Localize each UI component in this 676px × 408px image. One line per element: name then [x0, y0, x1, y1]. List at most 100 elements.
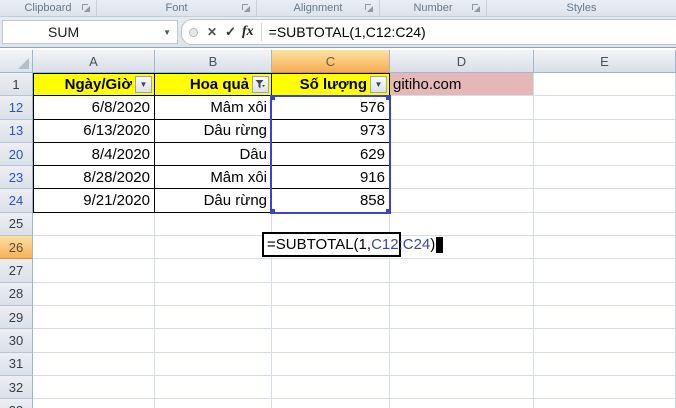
dialog-launcher-icon[interactable]	[365, 4, 374, 13]
row-header-1[interactable]: 1	[0, 73, 33, 97]
filter-active-button[interactable]	[252, 76, 269, 94]
cell-d32[interactable]	[390, 375, 534, 400]
cell-e30[interactable]	[534, 329, 676, 353]
row-header-33[interactable]: 33	[0, 399, 33, 408]
cell-a27[interactable]	[33, 259, 155, 283]
column-header-c[interactable]: C	[272, 50, 390, 73]
cell-c27[interactable]	[272, 259, 390, 283]
cell-b24[interactable]: Dâu rừng	[155, 189, 272, 213]
cell-d33[interactable]	[390, 399, 534, 408]
cell-b25[interactable]	[155, 212, 272, 237]
name-box[interactable]: SUM ▼	[2, 20, 178, 44]
dialog-launcher-icon[interactable]	[242, 4, 251, 13]
cell-b1[interactable]: Hoa quả	[155, 73, 272, 97]
cell-a32[interactable]	[33, 375, 155, 400]
name-box-dropdown-icon[interactable]: ▼	[163, 28, 177, 37]
cell-d25[interactable]	[390, 212, 534, 237]
cell-b29[interactable]	[155, 305, 272, 330]
cell-d24[interactable]	[390, 189, 534, 213]
cell-a29[interactable]	[33, 305, 155, 330]
cell-e25[interactable]	[534, 212, 676, 237]
cell-e31[interactable]	[534, 352, 676, 376]
enter-button[interactable]: ✓	[221, 24, 240, 40]
row-header-31[interactable]: 31	[0, 352, 33, 376]
column-header-b[interactable]: B	[155, 50, 272, 73]
cell-e32[interactable]	[534, 375, 676, 400]
cell-d30[interactable]	[390, 329, 534, 353]
cell-e20[interactable]	[534, 142, 676, 167]
cell-e26[interactable]	[534, 236, 676, 260]
cell-c31[interactable]	[272, 352, 390, 376]
cell-c32[interactable]	[272, 375, 390, 400]
row-header-24[interactable]: 24	[0, 189, 33, 213]
cell-a20[interactable]: 8/4/2020	[33, 142, 155, 167]
cell-b12[interactable]: Mâm xôi	[155, 96, 272, 120]
cell-c24[interactable]: 858	[272, 189, 390, 213]
cell-a25[interactable]	[33, 212, 155, 237]
row-header-30[interactable]: 30	[0, 329, 33, 353]
cell-b32[interactable]	[155, 375, 272, 400]
filter-dropdown-button[interactable]: ▼	[370, 76, 387, 94]
row-header-25[interactable]: 25	[0, 212, 33, 237]
column-header-a[interactable]: A	[33, 50, 155, 73]
column-header-d[interactable]: D	[390, 50, 534, 73]
cell-c29[interactable]	[272, 305, 390, 330]
cell-b26[interactable]	[155, 236, 272, 260]
cell-a12[interactable]: 6/8/2020	[33, 96, 155, 120]
cell-b31[interactable]	[155, 352, 272, 376]
cell-e13[interactable]	[534, 119, 676, 143]
row-header-27[interactable]: 27	[0, 259, 33, 283]
dialog-launcher-icon[interactable]	[82, 4, 91, 13]
cell-d31[interactable]	[390, 352, 534, 376]
cell-e24[interactable]	[534, 189, 676, 213]
row-header-29[interactable]: 29	[0, 305, 33, 330]
cell-d23[interactable]	[390, 166, 534, 190]
cell-b28[interactable]	[155, 282, 272, 306]
dialog-launcher-icon[interactable]	[472, 4, 481, 13]
cell-e12[interactable]	[534, 96, 676, 120]
cell-d12[interactable]	[390, 96, 534, 120]
cell-a23[interactable]: 8/28/2020	[33, 166, 155, 190]
cell-c1[interactable]: Số lượng ▼	[272, 73, 390, 97]
cell-c30[interactable]	[272, 329, 390, 353]
cell-a13[interactable]: 6/13/2020	[33, 119, 155, 143]
cell-d13[interactable]	[390, 119, 534, 143]
column-header-e[interactable]: E	[534, 50, 676, 73]
cell-b13[interactable]: Dâu rừng	[155, 119, 272, 143]
cell-b30[interactable]	[155, 329, 272, 353]
cell-c13[interactable]: 973	[272, 119, 390, 143]
cell-e28[interactable]	[534, 282, 676, 306]
cell-e29[interactable]	[534, 305, 676, 330]
cell-edit-box[interactable]: =SUBTOTAL(1, C12:C24)	[262, 232, 444, 257]
cell-b20[interactable]: Dâu	[155, 142, 272, 167]
cell-c33[interactable]	[272, 399, 390, 408]
cell-c20[interactable]: 629	[272, 142, 390, 167]
row-header-13[interactable]: 13	[0, 119, 33, 143]
row-header-12[interactable]: 12	[0, 96, 33, 120]
cell-a31[interactable]	[33, 352, 155, 376]
formula-input[interactable]: =SUBTOTAL(1,C12:C24)	[269, 24, 426, 40]
cell-d1[interactable]: gitiho.com	[390, 73, 534, 97]
cell-b23[interactable]: Mâm xôi	[155, 166, 272, 190]
cell-e27[interactable]	[534, 259, 676, 283]
filter-dropdown-button[interactable]: ▼	[135, 76, 152, 94]
cell-a33[interactable]	[33, 399, 155, 408]
cell-d27[interactable]	[390, 259, 534, 283]
cell-c12[interactable]: 576	[272, 96, 390, 120]
cell-d20[interactable]	[390, 142, 534, 167]
row-header-20[interactable]: 20	[0, 142, 33, 167]
row-header-26[interactable]: 26	[0, 236, 33, 260]
cell-a28[interactable]	[33, 282, 155, 306]
cell-e33[interactable]	[534, 399, 676, 408]
cell-d28[interactable]	[390, 282, 534, 306]
cell-c28[interactable]	[272, 282, 390, 306]
cell-a24[interactable]: 9/21/2020	[33, 189, 155, 213]
cell-b33[interactable]	[155, 399, 272, 408]
cell-e1[interactable]	[534, 73, 676, 97]
insert-function-icon[interactable]: fx	[240, 24, 258, 40]
row-header-23[interactable]: 23	[0, 166, 33, 190]
cell-b27[interactable]	[155, 259, 272, 283]
cell-c23[interactable]: 916	[272, 166, 390, 190]
cell-d29[interactable]	[390, 305, 534, 330]
cell-a1[interactable]: Ngày/Giờ ▼	[33, 73, 155, 97]
